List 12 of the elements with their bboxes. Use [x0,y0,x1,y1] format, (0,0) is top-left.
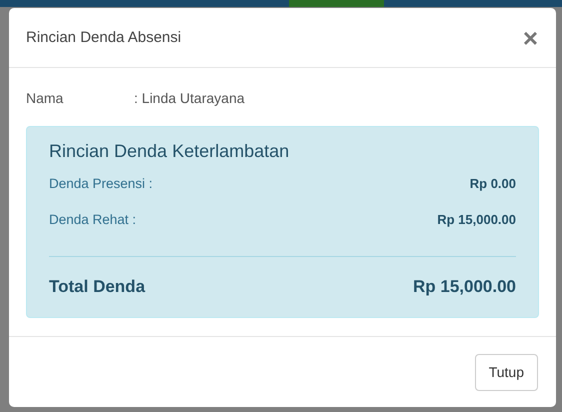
name-value: : Linda Utarayana [134,90,245,106]
fine-amount: Rp 0.00 [470,176,516,192]
close-button[interactable]: × [522,24,538,51]
fine-amount: Rp 15,000.00 [437,212,516,228]
total-label: Total Denda [49,277,146,298]
modal-title: Rincian Denda Absensi [26,29,182,46]
close-button[interactable]: Tutup [474,354,538,391]
total-amount: Rp 15,000.00 [412,277,516,298]
summary-heading: Rincian Denda Keterlambatan [49,141,290,162]
fine-label: Denda Presensi : [49,176,153,192]
name-label: Nama [26,90,64,106]
fine-label: Denda Rehat : [49,212,136,228]
